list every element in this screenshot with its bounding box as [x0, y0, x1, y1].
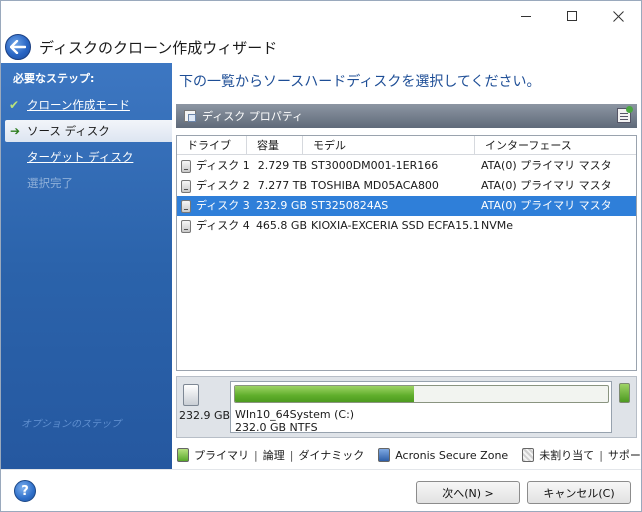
- table-row[interactable]: ディスク 1 2.729 TB ST3000DM001-1ER166 ATA(0…: [177, 156, 636, 176]
- interface-cell: ATA(0) プライマリ マスタ: [481, 179, 612, 192]
- interface-cell: NVMe: [481, 219, 514, 232]
- legend-unsupported: サポート外: [607, 449, 642, 462]
- hard-disk-icon: [181, 179, 191, 193]
- drive-name: ディスク 2: [196, 179, 250, 192]
- table-header: ドライブ 容量 モデル インターフェース: [177, 136, 636, 155]
- column-header-interface[interactable]: インターフェース: [475, 136, 636, 155]
- check-icon: ✔: [9, 98, 20, 112]
- table-row[interactable]: ディスク 4 465.8 GB KIOXIA-EXCERIA SSD ECFA1…: [177, 216, 636, 236]
- partition-name: WIn10_64System (C:): [235, 408, 355, 421]
- page-title: 下の一覧からソースハードディスクを選択してください。: [179, 74, 541, 90]
- step-label: ソース ディスク: [27, 124, 110, 138]
- legend-logical: 論理: [262, 449, 285, 462]
- partition-usage-bar: [234, 385, 609, 403]
- table-row-selected[interactable]: ディスク 3 232.9 GB ST3250824AS ATA(0) プライマリ…: [177, 196, 636, 216]
- step-source-disk[interactable]: ➔ ソース ディスク: [5, 120, 172, 142]
- title-bar: [1, 1, 641, 31]
- drive-cell: ディスク 4: [177, 216, 255, 236]
- drive-name: ディスク 3: [196, 199, 250, 212]
- next-button[interactable]: 次へ(N) >: [416, 481, 520, 504]
- arrow-left-icon: [10, 40, 26, 54]
- minimize-icon: [521, 15, 531, 17]
- partition-block[interactable]: WIn10_64System (C:) 232.0 GB NTFS: [230, 381, 612, 434]
- hard-disk-icon: [183, 384, 199, 406]
- acronis-zone-swatch-icon: [378, 448, 391, 462]
- legend-unallocated: 未割り当て: [539, 449, 595, 462]
- step-label: 選択完了: [27, 176, 73, 190]
- legend-dynamic: ダイナミック: [298, 449, 365, 462]
- partition-info: 232.0 GB NTFS: [235, 421, 318, 434]
- primary-swatch-icon: [177, 448, 189, 462]
- model-cell: KIOXIA-EXCERIA SSD ECFA15.1: [311, 219, 480, 232]
- steps-heading: 必要なステップ:: [13, 72, 95, 85]
- disk-size-label: 232.9 GB: [179, 409, 231, 422]
- arrow-right-icon: ➔: [10, 124, 21, 138]
- model-cell: ST3000DM001-1ER166: [311, 159, 439, 172]
- partition-usage-fill: [235, 386, 415, 402]
- interface-cell: ATA(0) プライマリ マスタ: [481, 199, 612, 212]
- table-row[interactable]: ディスク 2 7.277 TB TOSHIBA MD05ACA800 ATA(0…: [177, 176, 636, 196]
- partition-layout: 232.9 GB WIn10_64System (C:) 232.0 GB NT…: [176, 376, 637, 438]
- legend-acronis: Acronis Secure Zone: [395, 448, 509, 462]
- capacity-cell: 465.8 GB: [255, 219, 307, 232]
- optional-steps-label: オプションのステップ: [21, 419, 121, 430]
- step-label: クローン作成モード: [27, 98, 130, 112]
- step-label: ターゲット ディスク: [27, 150, 134, 164]
- legend-separator: |: [289, 448, 294, 462]
- unallocated-swatch-icon: [522, 448, 535, 462]
- small-partition-block[interactable]: [619, 383, 630, 403]
- hard-disk-icon: [181, 199, 191, 213]
- maximize-icon: [567, 11, 577, 21]
- help-icon: ?: [21, 483, 29, 499]
- properties-icon: [184, 110, 196, 122]
- wizard-header: ディスクのクローン作成ウィザード: [1, 31, 641, 63]
- model-cell: ST3250824AS: [311, 199, 389, 212]
- step-target-disk[interactable]: ターゲット ディスク: [1, 146, 172, 168]
- drive-name: ディスク 1: [196, 159, 250, 172]
- step-finish: 選択完了: [1, 172, 172, 194]
- disk-table: ドライブ 容量 モデル インターフェース ディスク 1 2.729 TB ST3…: [176, 135, 637, 371]
- minimize-button[interactable]: [503, 1, 549, 31]
- hard-disk-icon: [181, 219, 191, 233]
- column-chooser-icon[interactable]: [617, 106, 633, 123]
- hard-disk-icon: [181, 159, 191, 173]
- wizard-footer: ? 次へ(N) > キャンセル(C): [1, 469, 641, 511]
- model-cell: TOSHIBA MD05ACA800: [311, 179, 439, 192]
- legend-separator: |: [599, 448, 603, 462]
- close-button[interactable]: [595, 1, 641, 31]
- cancel-button[interactable]: キャンセル(C): [527, 481, 631, 504]
- drive-name: ディスク 4: [196, 219, 250, 232]
- back-button[interactable]: [5, 34, 31, 60]
- column-header-capacity[interactable]: 容量: [247, 136, 303, 155]
- legend-separator: |: [254, 448, 258, 462]
- step-clone-mode[interactable]: ✔ クローン作成モード: [1, 94, 172, 116]
- column-header-model[interactable]: モデル: [303, 136, 475, 155]
- capacity-cell: 7.277 TB: [257, 179, 307, 192]
- steps-sidebar: 必要なステップ: ✔ クローン作成モード ➔ ソース ディスク ターゲット ディ…: [1, 63, 172, 469]
- help-button[interactable]: ?: [14, 480, 36, 502]
- drive-cell: ディスク 2: [177, 176, 255, 196]
- disk-properties-label: ディスク プロパティ: [202, 110, 304, 123]
- disk-properties-bar[interactable]: ディスク プロパティ: [176, 104, 637, 128]
- column-header-drive[interactable]: ドライブ: [177, 136, 247, 155]
- drive-cell: ディスク 3: [177, 196, 255, 216]
- interface-cell: ATA(0) プライマリ マスタ: [481, 159, 612, 172]
- capacity-cell: 2.729 TB: [257, 159, 307, 172]
- maximize-button[interactable]: [549, 1, 595, 31]
- close-icon: [612, 10, 624, 22]
- partition-legend: プライマリ | 論理 | ダイナミック Acronis Secure Zone …: [177, 447, 642, 463]
- capacity-cell: 232.9 GB: [255, 199, 307, 212]
- wizard-title: ディスクのクローン作成ウィザード: [39, 39, 278, 57]
- wizard-window: ディスクのクローン作成ウィザード 必要なステップ: ✔ クローン作成モード ➔ …: [0, 0, 642, 512]
- drive-cell: ディスク 1: [177, 156, 255, 176]
- legend-primary: プライマリ: [194, 449, 249, 462]
